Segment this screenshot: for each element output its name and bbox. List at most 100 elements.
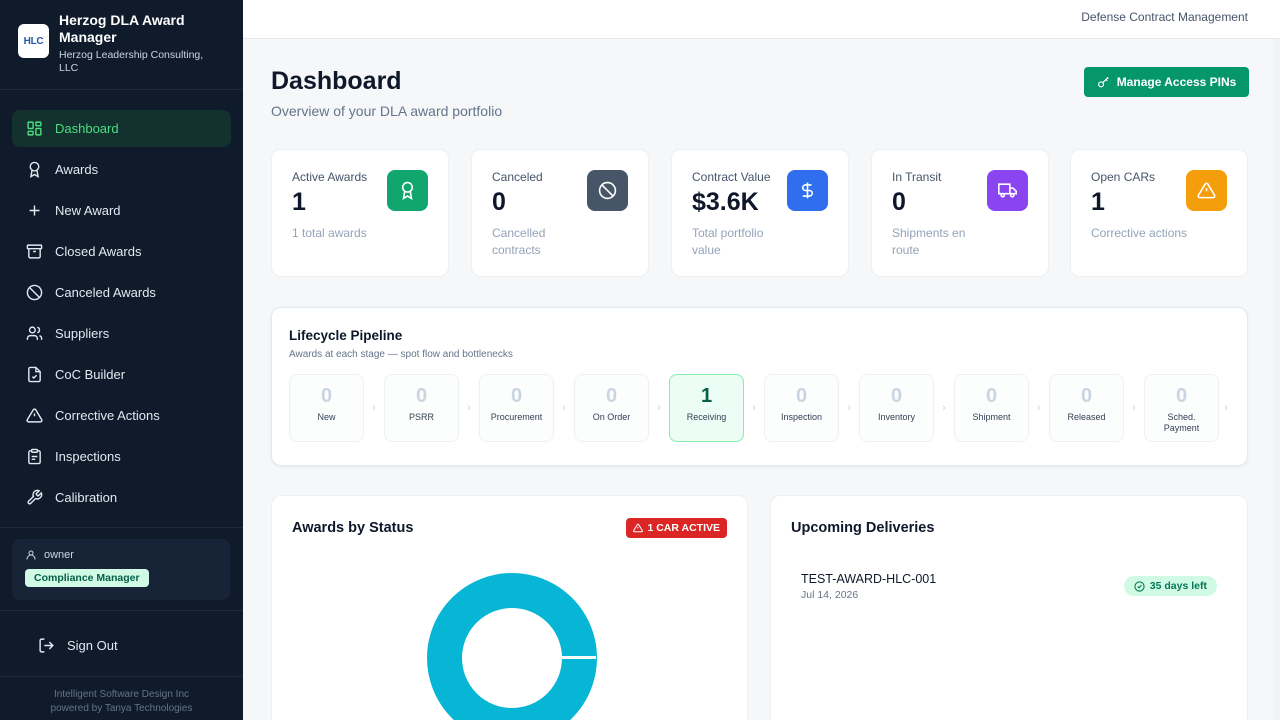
sidebar-item-canceled-awards[interactable]: Canceled Awards bbox=[12, 274, 231, 311]
button-label: Manage Access PINs bbox=[1116, 75, 1237, 89]
delivery-item[interactable]: TEST-AWARD-HLC-001 Jul 14, 2026 bbox=[801, 572, 936, 601]
stat-icon-box bbox=[1186, 170, 1227, 211]
sidebar-item-label: Inspections bbox=[55, 449, 121, 464]
stat-description: Total portfolio value bbox=[692, 226, 764, 257]
stat-description: 1 total awards bbox=[292, 226, 367, 240]
sidebar-item-label: Closed Awards bbox=[55, 244, 142, 259]
stage-name: New bbox=[317, 412, 336, 422]
sidebar-item-corrective-actions[interactable]: Corrective Actions bbox=[12, 397, 231, 434]
ban-icon bbox=[26, 284, 43, 301]
pipeline-stage-psrr[interactable]: 0 PSRR bbox=[384, 374, 459, 442]
stat-card-canceled[interactable]: Canceled 0 Cancelled contracts bbox=[471, 149, 649, 277]
sidebar-item-calibration[interactable]: Calibration bbox=[12, 479, 231, 516]
pipeline-subtitle: Awards at each stage — spot flow and bot… bbox=[289, 349, 513, 360]
pipeline-stages: 0 New › 0 PSRR › 0 Procurement › 0 On Or… bbox=[289, 374, 1233, 442]
pipeline-stage-on-order[interactable]: 0 On Order bbox=[574, 374, 649, 442]
pipeline-stage-shipment[interactable]: 0 Shipment bbox=[954, 374, 1029, 442]
card-title: Awards by Status bbox=[292, 520, 414, 536]
sidebar-item-awards[interactable]: Awards bbox=[12, 151, 231, 188]
badge-label: 1 CAR ACTIVE bbox=[647, 522, 720, 534]
logout-icon bbox=[39, 638, 54, 653]
document-icon bbox=[28, 366, 41, 383]
stat-icon-box bbox=[387, 170, 428, 211]
brand: HLC Herzog DLA Award Manager Herzog Lead… bbox=[0, 0, 243, 90]
footer-company: Intelligent Software Design Inc bbox=[53, 689, 190, 700]
award-icon bbox=[29, 161, 40, 178]
stat-card-contract-value[interactable]: Contract Value $3.6K Total portfolio val… bbox=[671, 149, 849, 277]
pipeline-stage-inspection[interactable]: 0 Inspection bbox=[764, 374, 839, 442]
sidebar-item-new-award[interactable]: New Award bbox=[12, 192, 231, 229]
donut-segment-active[interactable] bbox=[427, 573, 597, 720]
stage-name: Sched. Payment bbox=[1163, 412, 1200, 433]
sign-out-button[interactable]: Sign Out bbox=[24, 627, 242, 664]
pipeline-title: Lifecycle Pipeline bbox=[289, 328, 403, 343]
stage-count: 0 bbox=[890, 385, 903, 407]
archive-icon bbox=[26, 244, 43, 259]
truck-icon bbox=[998, 183, 1017, 198]
stage-count: 0 bbox=[510, 385, 523, 407]
sidebar-footer: Intelligent Software Design Inc powered … bbox=[0, 688, 243, 716]
users-icon bbox=[26, 326, 43, 340]
sidebar-item-label: Corrective Actions bbox=[55, 408, 160, 423]
upcoming-deliveries-card: Upcoming Deliveries TEST-AWARD-HLC-001 J… bbox=[770, 495, 1248, 720]
clipboard-icon bbox=[28, 448, 41, 465]
role-badge: Compliance Manager bbox=[25, 569, 149, 587]
sidebar-item-dashboard[interactable]: Dashboard bbox=[12, 110, 231, 147]
pipeline-stage-new[interactable]: 0 New bbox=[289, 374, 364, 442]
stage-count: 0 bbox=[795, 385, 808, 407]
stage-count: 0 bbox=[320, 385, 333, 407]
stat-card-open-cars[interactable]: Open CARs 1 Corrective actions bbox=[1070, 149, 1248, 277]
chevron-right-icon: › bbox=[1037, 402, 1041, 414]
company-name: Herzog Leadership Consulting, LLC bbox=[59, 49, 204, 74]
stage-name: Receiving bbox=[686, 412, 727, 422]
main-content: Dashboard Overview of your DLA award por… bbox=[243, 39, 1273, 720]
delivery-date: Jul 14, 2026 bbox=[801, 589, 859, 601]
stage-name: On Order bbox=[592, 412, 631, 422]
car-active-badge[interactable]: 1 CAR ACTIVE bbox=[626, 518, 727, 538]
user-panel: owner Compliance Manager bbox=[12, 539, 230, 600]
plus-icon bbox=[29, 205, 40, 216]
divider bbox=[0, 610, 243, 611]
sidebar-item-label: Calibration bbox=[55, 490, 118, 505]
pipeline-stage-procurement[interactable]: 0 Procurement bbox=[479, 374, 554, 442]
pipeline-stage-released[interactable]: 0 Released bbox=[1049, 374, 1124, 442]
pipeline-stage-inventory[interactable]: 0 Inventory bbox=[859, 374, 934, 442]
pipeline-stage-sched-payment[interactable]: 0 Sched. Payment bbox=[1144, 374, 1219, 442]
awards-by-status-card: Awards by Status 1 CAR ACTIVE bbox=[271, 495, 748, 720]
stat-card-in-transit[interactable]: In Transit 0 Shipments en route bbox=[871, 149, 1049, 277]
warning-icon bbox=[633, 523, 644, 533]
donut-segment-gap bbox=[556, 656, 596, 659]
scrollbar[interactable] bbox=[1273, 39, 1280, 720]
sidebar-item-label: Dashboard bbox=[55, 121, 119, 136]
wrench-icon bbox=[27, 489, 43, 505]
sidebar-item-closed-awards[interactable]: Closed Awards bbox=[12, 233, 231, 270]
warning-icon bbox=[1197, 182, 1216, 199]
sidebar-item-label: Canceled Awards bbox=[55, 285, 156, 300]
topbar-org-name: Defense Contract Management bbox=[1081, 10, 1248, 24]
sidebar-item-suppliers[interactable]: Suppliers bbox=[12, 315, 231, 352]
pipeline-stage-receiving[interactable]: 1 Receiving bbox=[669, 374, 744, 442]
stage-count: 1 bbox=[700, 385, 713, 407]
sidebar-item-label: New Award bbox=[55, 203, 121, 218]
stage-name: Procurement bbox=[490, 412, 543, 422]
sidebar-item-inspections[interactable]: Inspections bbox=[12, 438, 231, 475]
manage-access-pins-button[interactable]: Manage Access PINs bbox=[1084, 67, 1249, 97]
chevron-right-icon: › bbox=[752, 402, 756, 414]
sidebar-item-label: Suppliers bbox=[55, 326, 110, 341]
card-title: Upcoming Deliveries bbox=[791, 520, 935, 536]
divider bbox=[0, 676, 243, 677]
sidebar-item-coc-builder[interactable]: CoC Builder bbox=[12, 356, 231, 393]
dollar-icon bbox=[802, 182, 813, 199]
stat-card-active-awards[interactable]: Active Awards 1 1 total awards bbox=[271, 149, 449, 277]
page-subtitle: Overview of your DLA award portfolio bbox=[271, 103, 503, 119]
stat-description: Shipments en route bbox=[892, 226, 966, 257]
chevron-right-icon: › bbox=[1132, 402, 1136, 414]
sidebar-item-label: CoC Builder bbox=[55, 367, 126, 382]
status-donut-chart[interactable] bbox=[422, 568, 602, 720]
stage-count: 0 bbox=[415, 385, 428, 407]
page-title: Dashboard bbox=[271, 67, 402, 95]
company-logo: HLC bbox=[18, 24, 49, 58]
chevron-right-icon: › bbox=[562, 402, 566, 414]
sidebar-item-label: Awards bbox=[55, 162, 99, 177]
stage-name: Inspection bbox=[780, 412, 823, 422]
